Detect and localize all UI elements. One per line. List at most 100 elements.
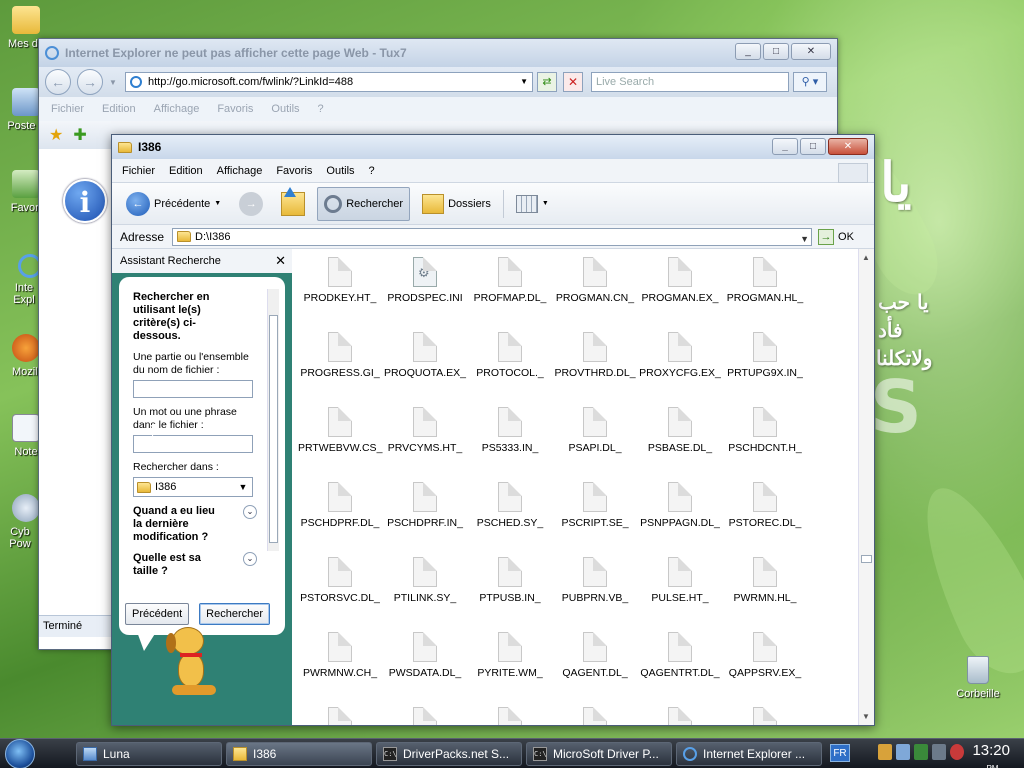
up-folder-button[interactable] (275, 186, 311, 221)
file-item[interactable]: PSAPI.DL_ (553, 407, 637, 454)
file-item[interactable]: PUBPRN.VB_ (553, 557, 637, 604)
file-item[interactable]: PROGRESS.GI_ (298, 332, 382, 379)
file-item[interactable]: PRVCYMS.HT_ (383, 407, 467, 454)
refresh-icon[interactable]: ⇄ (537, 72, 557, 92)
file-item[interactable]: PRODSPEC.INI (383, 257, 467, 304)
file-item[interactable]: PROGMAN.HL_ (723, 257, 807, 304)
file-item[interactable]: QAGENT.DL_ (553, 632, 637, 679)
search-button[interactable]: Rechercher (317, 186, 411, 221)
file-item[interactable] (468, 707, 552, 725)
menu-fichier[interactable]: Fichier (122, 165, 155, 177)
file-item[interactable]: PROXYCFG.EX_ (638, 332, 722, 379)
file-item[interactable] (383, 707, 467, 725)
star-icon[interactable]: ★ (49, 125, 63, 145)
file-item[interactable]: PWRMN.HL_ (723, 557, 807, 604)
search-submit-button[interactable]: Rechercher (199, 603, 271, 625)
look-in-select[interactable]: I386 ▼ (133, 477, 253, 497)
close-button[interactable]: ✕ (791, 43, 831, 60)
menu-fichier[interactable]: Fichier (51, 103, 84, 115)
task-i386[interactable]: I386 (226, 741, 372, 766)
task-microsoft-driver[interactable]: C:\ MicroSoft Driver P... (526, 741, 672, 766)
menu-edition[interactable]: Edition (102, 103, 136, 115)
views-button[interactable]: ▼ (510, 187, 555, 221)
file-item[interactable]: PRTUPG9X.IN_ (723, 332, 807, 379)
close-icon[interactable]: ✕ (275, 249, 286, 273)
chevron-down-icon[interactable]: ▼ (542, 200, 549, 207)
close-button[interactable]: ✕ (828, 138, 868, 155)
chevron-down-icon[interactable]: ▼ (214, 200, 221, 207)
file-item[interactable]: PROGMAN.CN_ (553, 257, 637, 304)
back-icon[interactable]: ← (45, 69, 71, 95)
phrase-input[interactable] (133, 435, 253, 453)
file-item[interactable]: PSBASE.DL_ (638, 407, 722, 454)
url-field[interactable]: http://go.microsoft.com/fwlink/?LinkId=4… (125, 72, 533, 92)
file-item[interactable]: PTPUSB.IN_ (468, 557, 552, 604)
date-modified-option[interactable]: Quand a eu lieu la dernière modification… (133, 505, 257, 544)
explorer-window[interactable]: I386 _ □ ✕ Fichier Edition Affichage Fav… (111, 134, 875, 726)
menu-edition[interactable]: Edition (169, 165, 203, 177)
clock[interactable]: 13:20 PM (972, 743, 1010, 768)
file-item[interactable]: PROFMAP.DL_ (468, 257, 552, 304)
menu-outils[interactable]: Outils (271, 103, 299, 115)
desktop-icon-recycle-bin[interactable]: Corbeille (952, 656, 1004, 700)
minimize-button[interactable]: _ (735, 43, 761, 60)
file-item[interactable]: PROQUOTA.EX_ (383, 332, 467, 379)
address-dropdown-icon[interactable]: ▼ (800, 231, 809, 247)
file-item[interactable]: QAPPSRV.EX_ (723, 632, 807, 679)
menu-favoris[interactable]: Favoris (276, 165, 312, 177)
maximize-button[interactable]: □ (763, 43, 789, 60)
task-driverpacks[interactable]: C:\ DriverPacks.net S... (376, 741, 522, 766)
pane-scrollbar[interactable] (267, 289, 279, 551)
file-item[interactable]: PSCHDCNT.H_ (723, 407, 807, 454)
file-item[interactable]: PWSDATA.DL_ (383, 632, 467, 679)
forward-button[interactable]: → (233, 187, 269, 221)
file-list-scrollbar[interactable]: ▲ ▼ (858, 249, 874, 725)
menu-affichage[interactable]: Affichage (154, 103, 200, 115)
menu-help[interactable]: ? (318, 103, 324, 115)
minimize-button[interactable]: _ (772, 138, 798, 155)
folders-button[interactable]: Dossiers (416, 187, 497, 221)
address-field[interactable]: D:\I386 ▼ (172, 227, 813, 247)
file-item[interactable]: PROTOCOL._ (468, 332, 552, 379)
file-item[interactable]: PSCHDPRF.DL_ (298, 482, 382, 529)
file-item[interactable]: PYRITE.WM_ (468, 632, 552, 679)
back-button[interactable]: ← Précédente ▼ (120, 187, 227, 221)
file-item[interactable]: PULSE.HT_ (638, 557, 722, 604)
task-internet-explorer[interactable]: Internet Explorer ... (676, 741, 822, 766)
tray-icon[interactable] (878, 744, 892, 760)
search-icon[interactable]: ⚲ ▾ (793, 72, 827, 92)
file-item[interactable]: PROGMAN.EX_ (638, 257, 722, 304)
file-item[interactable]: PTILINK.SY_ (383, 557, 467, 604)
task-luna[interactable]: Luna (76, 741, 222, 766)
file-item[interactable]: PSCHDPRF.IN_ (383, 482, 467, 529)
forward-icon[interactable]: → (77, 69, 103, 95)
explorer-titlebar[interactable]: I386 _ □ ✕ (112, 135, 874, 159)
file-item[interactable]: PRODKEY.HT_ (298, 257, 382, 304)
menu-outils[interactable]: Outils (326, 165, 354, 177)
file-item[interactable]: PS5333.IN_ (468, 407, 552, 454)
menu-favoris[interactable]: Favoris (217, 103, 253, 115)
go-button[interactable]: → OK (818, 228, 854, 245)
start-button[interactable] (0, 738, 40, 768)
file-item[interactable]: PSTOREC.DL_ (723, 482, 807, 529)
file-item[interactable] (638, 707, 722, 725)
scroll-up-icon[interactable]: ▲ (862, 253, 870, 262)
file-item[interactable]: QAGENTRT.DL_ (638, 632, 722, 679)
ie-titlebar[interactable]: Internet Explorer ne peut pas afficher c… (39, 39, 837, 67)
chevron-down-icon[interactable]: ▼ (236, 480, 250, 494)
file-item[interactable]: PSCRIPT.SE_ (553, 482, 637, 529)
maximize-button[interactable]: □ (800, 138, 826, 155)
stop-icon[interactable]: ✕ (563, 72, 583, 92)
search-dog-icon[interactable] (164, 627, 224, 707)
file-item[interactable] (723, 707, 807, 725)
scroll-down-icon[interactable]: ▼ (862, 712, 870, 721)
expand-icon[interactable]: ⌄ (243, 505, 257, 519)
file-item[interactable]: PSTORSVC.DL_ (298, 557, 382, 604)
file-item[interactable]: PRTWEBVW.CS_ (298, 407, 382, 454)
previous-button[interactable]: Précédent (125, 603, 190, 625)
expand-icon[interactable]: ⌄ (243, 552, 257, 566)
filename-input[interactable] (133, 380, 253, 398)
file-item[interactable]: PROVTHRD.DL_ (553, 332, 637, 379)
url-dropdown-icon[interactable]: ▼ (520, 73, 528, 91)
search-input[interactable]: Live Search (591, 72, 789, 92)
